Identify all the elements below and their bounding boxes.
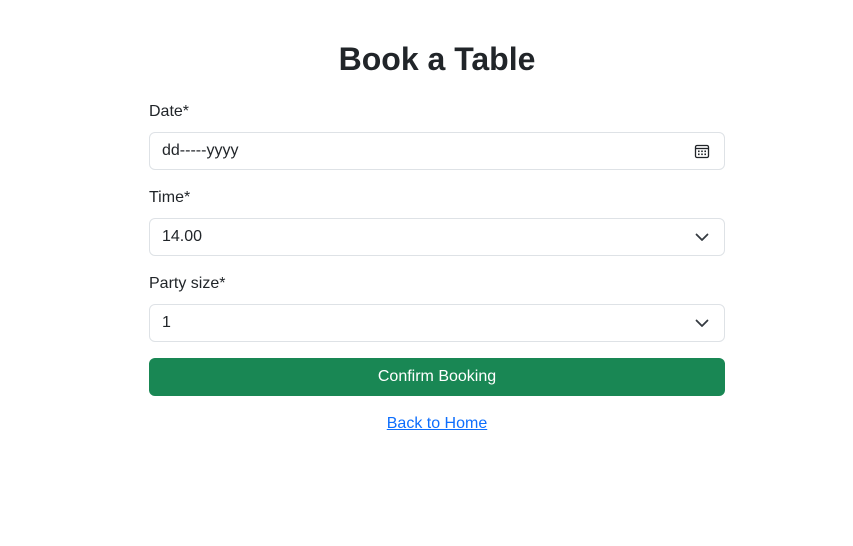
back-to-home-link[interactable]: Back to Home (387, 415, 487, 432)
chevron-down-icon (694, 229, 710, 245)
party-size-label: Party size* (149, 275, 226, 292)
date-label: Date* (149, 103, 190, 120)
time-label: Time* (149, 189, 191, 206)
time-select[interactable]: 14.00 (149, 218, 725, 256)
party-size-selected-value: 1 (162, 314, 171, 331)
time-selected-value: 14.00 (162, 228, 203, 245)
back-link-row: Back to Home (149, 414, 725, 434)
chevron-down-icon (694, 315, 710, 331)
calendar-icon[interactable] (694, 143, 710, 159)
date-input[interactable]: dd-----yyyy (149, 132, 725, 170)
confirm-booking-button[interactable]: Confirm Booking (149, 358, 725, 396)
date-placeholder: dd-----yyyy (162, 142, 239, 159)
party-size-select[interactable]: 1 (149, 304, 725, 342)
page-title: Book a Table (338, 41, 536, 77)
